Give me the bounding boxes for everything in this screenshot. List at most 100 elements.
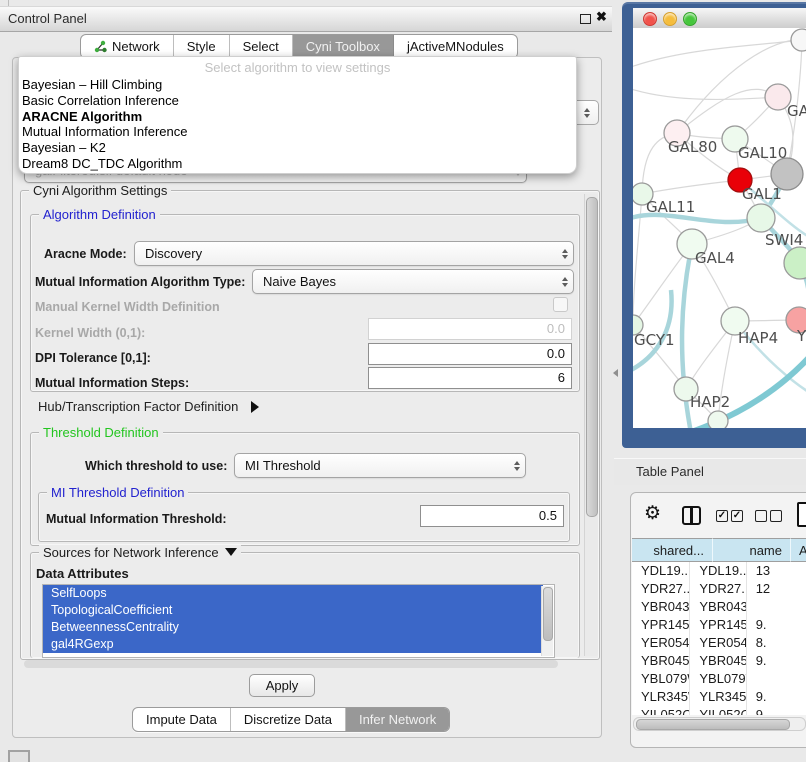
attributes-scrollbar-thumb[interactable]: [543, 587, 553, 641]
dropdown-item[interactable]: Bayesian – Hill Climbing: [22, 77, 573, 93]
tab-network-label: Network: [112, 39, 160, 54]
tab-select[interactable]: Select: [230, 35, 293, 58]
close-window-icon[interactable]: [643, 12, 657, 26]
table-cell: YBR045C: [690, 652, 746, 670]
table-cell: YLR345W: [690, 688, 746, 706]
threshold-definition-title: Threshold Definition: [39, 425, 163, 440]
node-label: SWI4: [765, 231, 803, 249]
table-cell: 9.: [747, 706, 806, 715]
mi-algorithm-type-select[interactable]: Naive Bayes: [252, 269, 574, 294]
attribute-item-selected[interactable]: gal4RGexp: [43, 636, 543, 653]
unchecked-box-icon[interactable]: [770, 510, 782, 522]
dropdown-item[interactable]: Bayesian – K2: [22, 140, 573, 156]
table-row[interactable]: YIL052CYIL052C9.: [632, 706, 806, 715]
mi-steps-field[interactable]: 6: [368, 367, 572, 389]
tab-style[interactable]: Style: [174, 35, 230, 58]
application-window: Control Panel ✖ Network Style Select Cyn…: [0, 0, 806, 762]
tab-impute-data[interactable]: Impute Data: [133, 708, 231, 731]
gear-icon[interactable]: ⚙: [644, 502, 661, 525]
tab-cyni-toolbox[interactable]: Cyni Toolbox: [293, 35, 394, 58]
settings-group-title: Cyni Algorithm Settings: [29, 183, 171, 198]
node-label: GAL11: [646, 198, 695, 216]
tab-jactivemnodules[interactable]: jActiveMNodules: [394, 35, 517, 58]
table-cell: 13: [747, 562, 806, 580]
node-label: Y: [796, 327, 806, 345]
table-row[interactable]: YLR345WYLR345W9.: [632, 688, 806, 706]
network-edge[interactable]: [642, 180, 740, 194]
manual-kernel-width-checkbox[interactable]: [553, 297, 568, 312]
inference-algorithm-select-fragment[interactable]: [576, 100, 599, 125]
attribute-item-selected[interactable]: BetweennessCentrality: [43, 619, 543, 636]
sources-group-title[interactable]: Sources for Network Inference: [39, 545, 241, 560]
kernel-width-label: Kernel Width (0,1):: [35, 326, 145, 340]
table-cell: YBR043C: [690, 598, 746, 616]
attribute-item-selected[interactable]: SelfLoops: [43, 585, 543, 602]
collapse-down-icon: [225, 548, 237, 556]
column-header-partial[interactable]: A: [791, 538, 806, 562]
network-canvas[interactable]: GALGAL80GAL10GAL1GAL11SWI4GAL4GCY1HAP4YH…: [633, 28, 806, 428]
network-node[interactable]: [708, 411, 728, 428]
hub-definition-toggle[interactable]: Hub/Transcription Factor Definition: [38, 398, 259, 416]
table-row[interactable]: YDL19...YDL19...13: [632, 562, 806, 580]
tab-discretize-data[interactable]: Discretize Data: [231, 708, 346, 731]
network-edge[interactable]: [677, 89, 778, 133]
table-cell: YBL079W: [690, 670, 746, 688]
settings-scrollbar-thumb[interactable]: [586, 197, 598, 517]
table-cell: YLR345W: [632, 688, 690, 706]
stepper-arrows-icon: [509, 461, 525, 471]
minimized-panel-icon[interactable]: [8, 750, 30, 762]
table-body: YDL19...YDL19...13YDR27...YDR27...12YBR0…: [632, 562, 806, 715]
dropdown-item[interactable]: Mutual Information Inference: [22, 124, 573, 140]
tab-network[interactable]: Network: [81, 35, 174, 58]
table-row[interactable]: YPR145WYPR145W9.: [632, 616, 806, 634]
dropdown-item-selected[interactable]: ARACNE Algorithm: [22, 109, 573, 125]
network-node[interactable]: [791, 29, 806, 51]
dropdown-item[interactable]: Basic Correlation Inference: [22, 93, 573, 109]
checked-box-icon[interactable]: ✓: [716, 510, 728, 522]
aracne-mode-select[interactable]: Discovery: [134, 241, 574, 266]
tab-infer-network[interactable]: Infer Network: [346, 708, 449, 731]
data-attributes-list: SelfLoops TopologicalCoefficient Between…: [42, 584, 555, 658]
table-cell: YBL079W: [632, 670, 690, 688]
network-node[interactable]: [747, 204, 775, 232]
unchecked-box-icon[interactable]: [755, 510, 767, 522]
table-cell: 8.: [747, 634, 806, 652]
table-row[interactable]: YER054CYER054C8.: [632, 634, 806, 652]
attribute-item-selected[interactable]: TopologicalCoefficient: [43, 602, 543, 619]
column-header-name[interactable]: name: [713, 538, 791, 562]
page-icon[interactable]: [797, 502, 806, 527]
network-node[interactable]: [784, 247, 806, 279]
dpi-tolerance-field[interactable]: 0.0: [368, 343, 572, 365]
close-panel-icon[interactable]: ✖: [596, 9, 607, 25]
network-view-window: GALGAL80GAL10GAL1GAL11SWI4GAL4GCY1HAP4YH…: [633, 8, 806, 428]
network-tab-icon: [94, 40, 107, 53]
table-row[interactable]: YDR27...YDR27...12: [632, 580, 806, 598]
dropdown-items: Bayesian – Hill Climbing Basic Correlati…: [22, 77, 573, 172]
kernel-width-field[interactable]: 0.0: [368, 318, 572, 340]
mi-threshold-group-title: MI Threshold Definition: [47, 485, 188, 500]
splitter-collapse-icon[interactable]: [613, 369, 618, 377]
float-panel-icon[interactable]: [580, 14, 591, 24]
table-cell: YDL19...: [690, 562, 746, 580]
mi-threshold-field[interactable]: 0.5: [420, 505, 564, 527]
minimize-window-icon[interactable]: [663, 12, 677, 26]
node-label: HAP2: [690, 393, 730, 411]
table-hscrollbar-thumb[interactable]: [636, 719, 790, 730]
checked-box-icon[interactable]: ✓: [731, 510, 743, 522]
control-panel-titlebar: Control Panel ✖: [0, 6, 612, 32]
attributes-scrollbar-track[interactable]: [541, 586, 553, 656]
table-row[interactable]: YBR045CYBR045C9.: [632, 652, 806, 670]
apply-button[interactable]: Apply: [249, 674, 315, 697]
network-window-titlebar[interactable]: [633, 8, 806, 29]
table-header: shared... name A: [632, 538, 806, 562]
which-threshold-select[interactable]: MI Threshold: [234, 453, 526, 478]
columns-icon[interactable]: [682, 506, 701, 525]
which-threshold-label: Which threshold to use:: [85, 459, 227, 473]
settings-hscrollbar[interactable]: [24, 660, 558, 668]
table-row[interactable]: YBL079WYBL079W: [632, 670, 806, 688]
table-cell: 9.: [747, 616, 806, 634]
column-header-shared-name[interactable]: shared...: [632, 538, 713, 562]
dropdown-item[interactable]: Dream8 DC_TDC Algorithm: [22, 156, 573, 172]
table-row[interactable]: YBR043CYBR043C: [632, 598, 806, 616]
zoom-window-icon[interactable]: [683, 12, 697, 26]
